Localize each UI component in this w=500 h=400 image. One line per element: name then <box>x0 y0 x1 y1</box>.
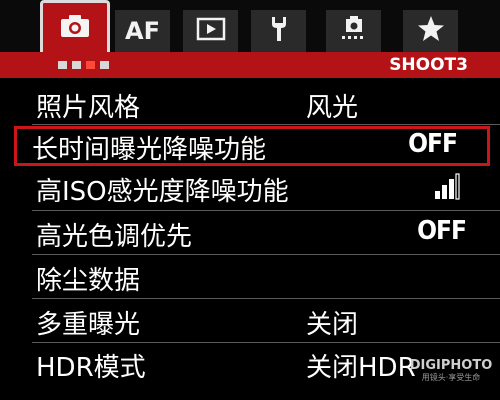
menu-divider <box>32 210 500 211</box>
menu-item-label: 多重曝光 <box>36 310 141 340</box>
menu-item-value: OFF <box>408 129 458 159</box>
menu-item-multiple-exposure[interactable]: 多重曝光 关闭 <box>18 301 500 341</box>
tab-my-menu[interactable] <box>403 10 458 52</box>
menu-item-dust-delete-data[interactable]: 除尘数据 <box>18 257 500 297</box>
menu-item-highlight-tone-priority[interactable]: 高光色调优先 OFF <box>18 213 500 253</box>
menu-page-strip: SHOOT3 <box>0 52 500 78</box>
wrench-icon <box>268 15 290 47</box>
watermark-logo: DIGIPHOTO 用镜头·享受生命 <box>408 358 494 383</box>
page-indicator-dot <box>72 61 81 69</box>
custom-function-icon <box>339 15 369 47</box>
menu-divider <box>32 342 500 343</box>
tab-af[interactable]: AF <box>115 10 170 52</box>
menu-item-label: 除尘数据 <box>36 266 141 296</box>
page-indicator-dot-active <box>86 61 95 69</box>
menu-item-value: 风光 <box>306 93 359 123</box>
menu-item-label: 高光色调优先 <box>36 222 193 252</box>
menu-item-label: 高ISO感光度降噪功能 <box>36 177 289 207</box>
playback-icon <box>196 17 226 45</box>
camera-icon <box>60 14 90 42</box>
menu-item-value: 关闭 <box>306 310 359 340</box>
menu-item-value: OFF <box>417 216 467 246</box>
menu-divider <box>32 254 500 255</box>
menu-item-long-exposure-nr[interactable]: 长时间曝光降噪功能 OFF <box>14 126 490 166</box>
tab-custom-functions[interactable] <box>326 10 381 52</box>
menu-page-label: SHOOT3 <box>389 55 468 75</box>
menu-item-label: 长时间曝光降噪功能 <box>32 135 267 165</box>
menu-item-value: 关闭HDR <box>306 353 416 383</box>
menu-item-label: HDR模式 <box>36 353 146 383</box>
page-indicator-dot <box>58 61 67 69</box>
menu-divider <box>32 124 500 125</box>
noise-reduction-level-icon <box>434 173 460 205</box>
tab-shooting[interactable] <box>40 0 110 52</box>
tab-playback[interactable] <box>183 10 238 52</box>
tab-af-label: AF <box>125 17 160 45</box>
tab-setup[interactable] <box>251 10 306 52</box>
page-indicator-dot <box>100 61 109 69</box>
menu-item-picture-style[interactable]: 照片风格 风光 <box>18 84 500 124</box>
camera-menu-screen: AF SHOOT3 照片风格 风光 长时间曝光降噪功能 OFF 高ISO感光度降… <box>0 0 500 400</box>
star-icon <box>417 15 445 47</box>
menu-tab-bar: AF <box>0 0 500 52</box>
menu-divider <box>32 298 500 299</box>
menu-item-high-iso-nr[interactable]: 高ISO感光度降噪功能 <box>18 168 500 208</box>
menu-item-label: 照片风格 <box>36 93 141 123</box>
watermark-tagline: 用镜头·享受生命 <box>421 373 481 382</box>
watermark-brand: DIGIPHOTO <box>409 358 493 373</box>
